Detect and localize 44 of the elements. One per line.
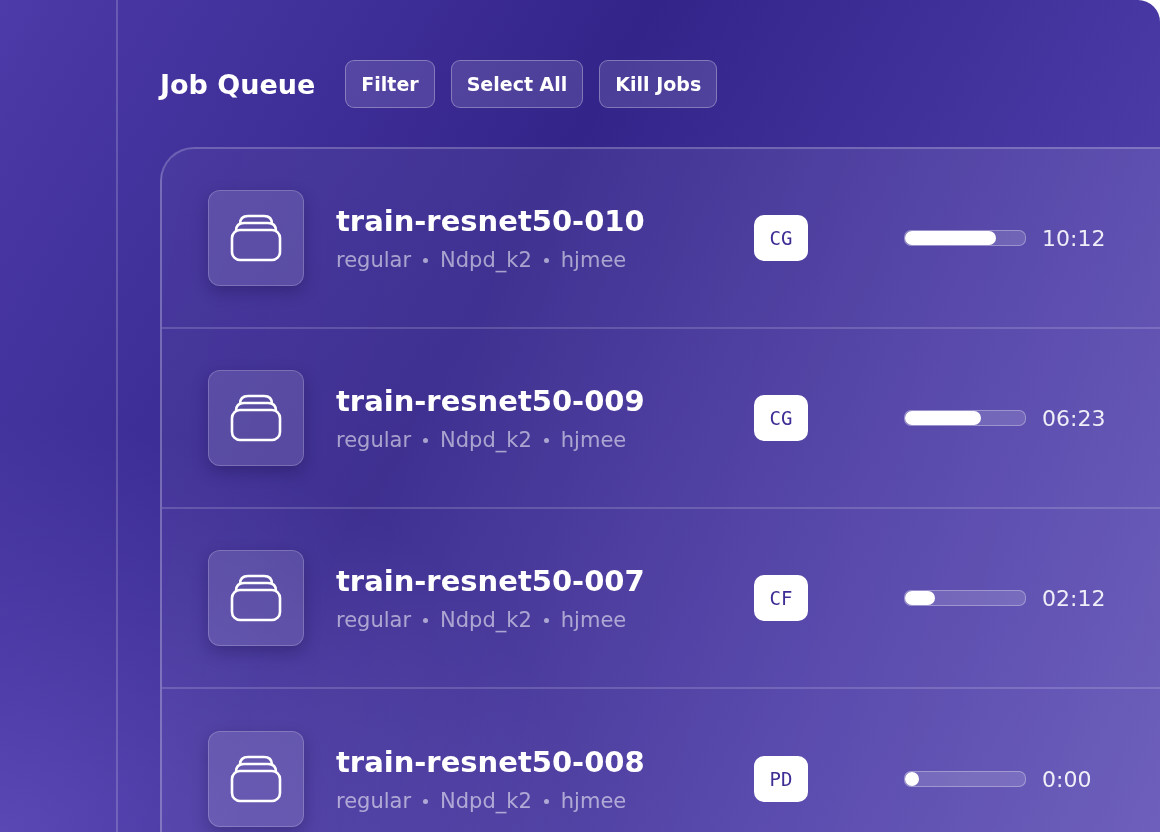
toolbar-button[interactable]: Filter [345, 60, 435, 108]
status-badge: CF [754, 575, 808, 621]
elapsed-time: 06:23 [1042, 405, 1106, 431]
elapsed-time: 02:12 [1042, 585, 1106, 611]
job-name: train-resnet50-007 [336, 564, 646, 598]
status-badge: CG [754, 395, 808, 441]
job-meta-text: regular [336, 608, 412, 632]
job-meta-text: Ndpd_k2 [440, 608, 532, 632]
job-row[interactable]: train-resnet50-010 regular Ndpd_k2 hjmee CG 10:12 [162, 149, 1160, 329]
job-meta-text: hjmee [560, 789, 627, 813]
status-badge: PD [754, 756, 808, 802]
page-title: Job Queue [160, 68, 316, 100]
job-meta-text: hjmee [560, 248, 627, 272]
job-meta-text: Ndpd_k2 [440, 248, 532, 272]
job-meta-text: regular [336, 428, 412, 452]
job-row[interactable]: train-resnet50-009 regular Ndpd_k2 hjmee CG 06:23 [162, 329, 1160, 509]
toolbar-button[interactable]: Kill Jobs [599, 60, 718, 108]
stack-icon [230, 394, 282, 442]
job-name: train-resnet50-009 [336, 384, 646, 418]
job-name: train-resnet50-010 [336, 204, 646, 238]
elapsed-time: 0:00 [1042, 766, 1092, 792]
separator-dot [423, 617, 429, 623]
stack-icon [230, 574, 282, 622]
stack-icon [230, 214, 282, 262]
job-meta-text: regular [336, 789, 412, 813]
toolbar-button[interactable]: Select All [450, 60, 584, 108]
separator-dot [543, 257, 549, 263]
job-meta-text: hjmee [560, 428, 627, 452]
stack-icon [230, 755, 282, 803]
job-meta-text: hjmee [560, 608, 627, 632]
job-meta-text: regular [336, 248, 412, 272]
separator-dot [423, 257, 429, 263]
job-row[interactable]: train-resnet50-008 regular Ndpd_k2 hjmee PD 0:00 [162, 689, 1160, 832]
separator-dot [423, 437, 429, 443]
separator-dot [423, 798, 429, 804]
separator-dot [543, 617, 549, 623]
job-meta-text: Ndpd_k2 [440, 789, 532, 813]
separator-dot [543, 437, 549, 443]
job-row[interactable]: train-resnet50-007 regular Ndpd_k2 hjmee CF 02:12 [162, 509, 1160, 689]
elapsed-time: 10:12 [1042, 225, 1106, 251]
job-meta-text: Ndpd_k2 [440, 428, 532, 452]
separator-dot [543, 798, 549, 804]
status-badge: CG [754, 215, 808, 261]
job-name: train-resnet50-008 [336, 745, 646, 779]
